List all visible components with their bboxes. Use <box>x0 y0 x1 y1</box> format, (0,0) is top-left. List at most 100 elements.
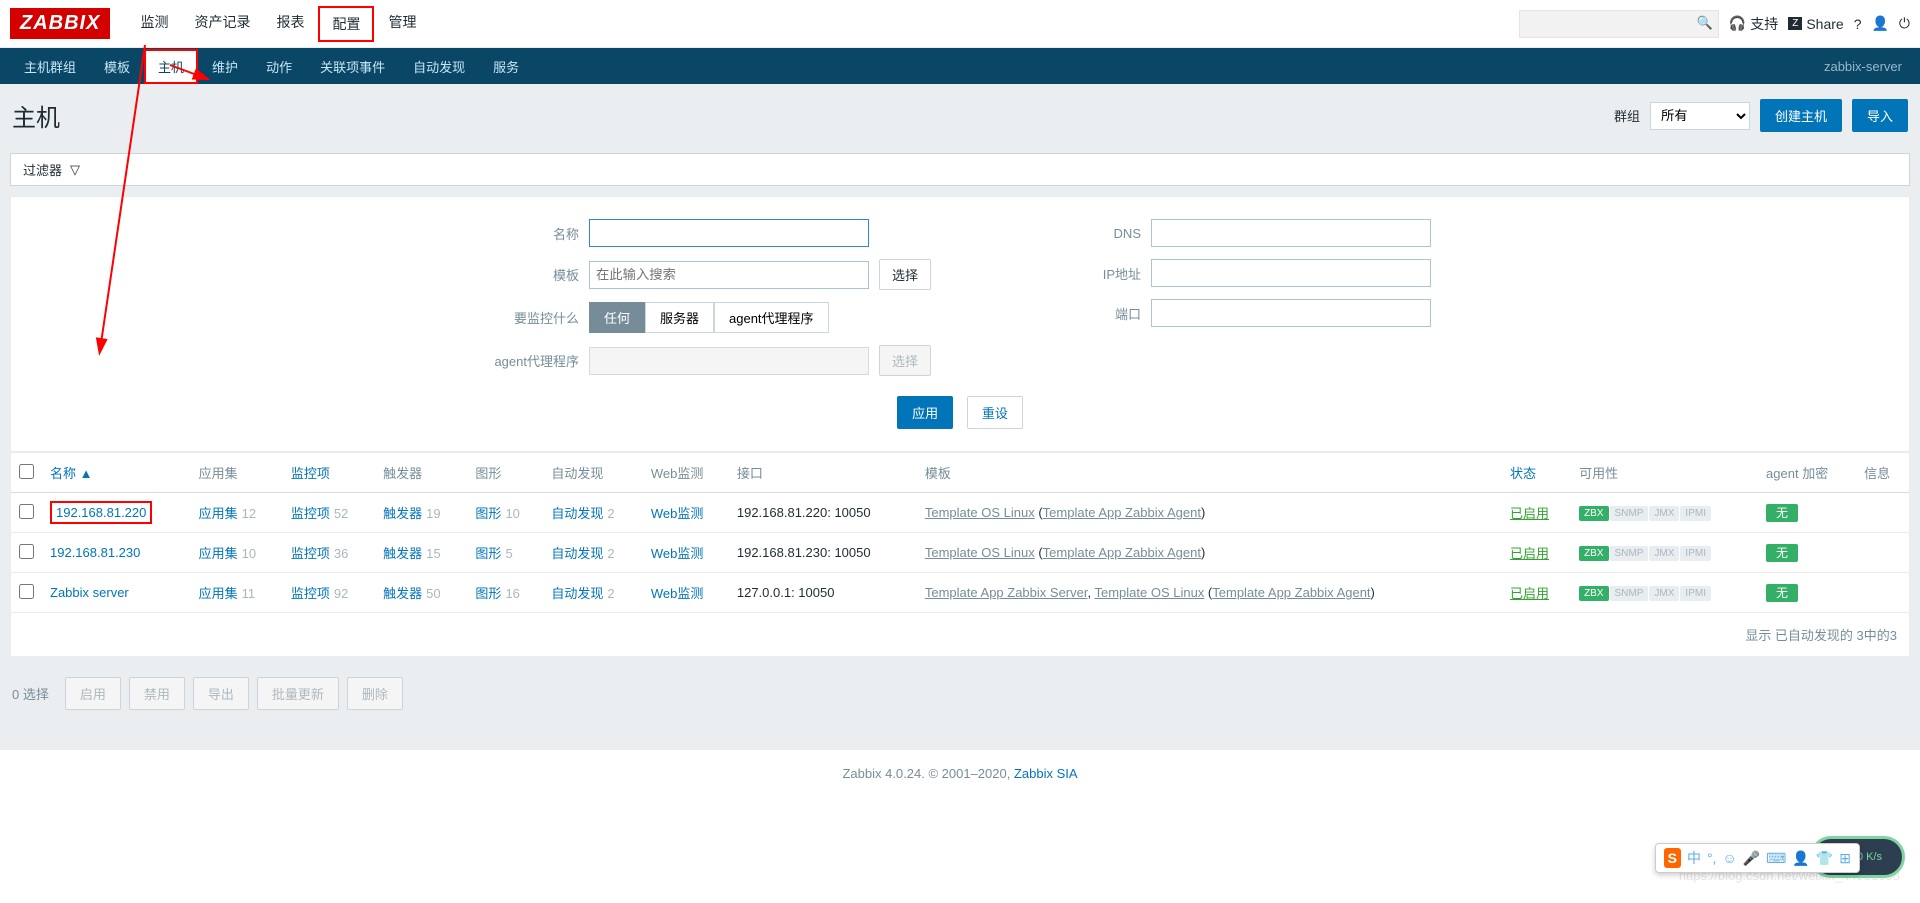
template-link[interactable]: Template OS Linux <box>1094 585 1204 600</box>
row-checkbox[interactable] <box>19 584 34 599</box>
col-info: 信息 <box>1856 453 1909 493</box>
host-link[interactable]: 192.168.81.220 <box>56 505 146 520</box>
nav-configuration[interactable]: 配置 <box>318 6 374 42</box>
create-host-button[interactable]: 创建主机 <box>1760 99 1842 132</box>
filter-reset-button[interactable]: 重设 <box>967 396 1023 429</box>
filter-name-input[interactable] <box>589 219 869 247</box>
web-link[interactable]: Web监测 <box>651 546 704 561</box>
web-link[interactable]: Web监测 <box>651 586 704 601</box>
row-checkbox[interactable] <box>19 544 34 559</box>
discovery-link[interactable]: 自动发现 <box>551 586 603 601</box>
triggers-link[interactable]: 触发器 <box>383 506 422 521</box>
avail-badge-zbx: ZBX <box>1579 586 1608 601</box>
filter-toggle[interactable]: 过滤器 ▽ <box>10 153 1910 186</box>
filter-port-input[interactable] <box>1151 299 1431 327</box>
group-label: 群组 <box>1614 106 1640 125</box>
group-select[interactable]: 所有 <box>1650 102 1750 130</box>
graphs-link[interactable]: 图形 <box>475 506 501 521</box>
triggers-link[interactable]: 触发器 <box>383 546 422 561</box>
template-sub-link[interactable]: Template App Zabbix Agent <box>1043 505 1201 520</box>
search-input[interactable] <box>1519 10 1719 38</box>
nav-admin[interactable]: 管理 <box>376 6 428 42</box>
subnav-services[interactable]: 服务 <box>479 49 533 84</box>
template-link[interactable]: Template App Zabbix Server <box>925 585 1088 600</box>
host-link[interactable]: Zabbix server <box>50 585 129 600</box>
col-discovery: 自动发现 <box>543 453 643 493</box>
ime-skin-icon[interactable]: 👕 <box>1816 850 1833 867</box>
web-link[interactable]: Web监测 <box>651 506 704 521</box>
template-sub-link[interactable]: Template App Zabbix Agent <box>1043 545 1201 560</box>
triggers-link[interactable]: 触发器 <box>383 586 422 601</box>
apps-link[interactable]: 应用集 <box>199 506 238 521</box>
filter-monitor-server[interactable]: 服务器 <box>645 302 714 333</box>
subnav-hostgroups[interactable]: 主机群组 <box>10 49 90 84</box>
filter-monitor-any[interactable]: 任何 <box>589 302 645 333</box>
discovery-link[interactable]: 自动发现 <box>551 546 603 561</box>
filter-monitor-proxy[interactable]: agent代理程序 <box>714 302 829 333</box>
col-items[interactable]: 监控项 <box>283 453 375 493</box>
ime-toolbox-icon[interactable]: ⊞ <box>1839 850 1851 867</box>
subnav-discovery[interactable]: 自动发现 <box>399 49 479 84</box>
status-link[interactable]: 已启用 <box>1510 586 1549 601</box>
status-link[interactable]: 已启用 <box>1510 506 1549 521</box>
apps-link[interactable]: 应用集 <box>199 546 238 561</box>
status-link[interactable]: 已启用 <box>1510 546 1549 561</box>
template-sub-link[interactable]: Template App Zabbix Agent <box>1212 585 1370 600</box>
ime-punct-icon[interactable]: °, <box>1707 850 1717 866</box>
filter-template-select-button[interactable]: 选择 <box>879 259 931 290</box>
col-status[interactable]: 状态 <box>1502 453 1571 493</box>
discovery-link[interactable]: 自动发现 <box>551 506 603 521</box>
hosts-table: 名称 ▲ 应用集 监控项 触发器 图形 自动发现 Web监测 接口 模板 状态 … <box>11 453 1909 613</box>
subnav-correlation[interactable]: 关联项事件 <box>306 49 399 84</box>
filter-agent-select-button: 选择 <box>879 345 931 376</box>
nav-reports[interactable]: 报表 <box>264 6 316 42</box>
col-web: Web监测 <box>643 453 729 493</box>
items-link[interactable]: 监控项 <box>291 586 330 601</box>
ime-keyboard-icon[interactable]: ⌨ <box>1766 850 1786 867</box>
top-nav: 监测 资产记录 报表 配置 管理 <box>128 6 428 42</box>
interface-cell: 192.168.81.220: 10050 <box>729 493 917 533</box>
graphs-link[interactable]: 图形 <box>475 586 501 601</box>
filter-apply-button[interactable]: 应用 <box>897 396 953 429</box>
template-link[interactable]: Template OS Linux <box>925 545 1035 560</box>
items-link[interactable]: 监控项 <box>291 546 330 561</box>
ime-bar[interactable]: S 中 °, ☺ 🎤 ⌨ 👤 👕 ⊞ <box>1655 843 1860 873</box>
avail-badge-jmx: JMX <box>1649 586 1679 601</box>
filter-dns-input[interactable] <box>1151 219 1431 247</box>
subnav-templates[interactable]: 模板 <box>90 49 144 84</box>
nav-inventory[interactable]: 资产记录 <box>182 6 262 42</box>
logo[interactable]: ZABBIX <box>10 8 110 39</box>
template-link[interactable]: Template OS Linux <box>925 505 1035 520</box>
ime-lang[interactable]: 中 <box>1687 848 1701 868</box>
graphs-link[interactable]: 图形 <box>475 546 501 561</box>
host-link[interactable]: 192.168.81.230 <box>50 545 140 560</box>
apps-link[interactable]: 应用集 <box>199 586 238 601</box>
share-link[interactable]: Z Share <box>1788 16 1843 32</box>
col-availability: 可用性 <box>1571 453 1758 493</box>
select-all-checkbox[interactable] <box>19 464 34 479</box>
user-icon[interactable]: 👤 <box>1871 15 1888 32</box>
logout-icon[interactable]: ⏻ <box>1899 15 1910 32</box>
items-link[interactable]: 监控项 <box>291 506 330 521</box>
support-link[interactable]: 🎧 支持 <box>1729 14 1778 34</box>
avail-badge-ipmi: IPMI <box>1680 506 1711 521</box>
col-name[interactable]: 名称 ▲ <box>42 453 191 493</box>
interface-cell: 127.0.0.1: 10050 <box>729 573 917 613</box>
subnav-actions[interactable]: 动作 <box>252 49 306 84</box>
row-checkbox[interactable] <box>19 504 34 519</box>
import-button[interactable]: 导入 <box>1852 99 1908 132</box>
ime-user-icon[interactable]: 👤 <box>1792 850 1809 867</box>
ime-mic-icon[interactable]: 🎤 <box>1743 850 1760 867</box>
help-icon[interactable]: ? <box>1854 16 1862 32</box>
nav-monitoring[interactable]: 监测 <box>128 6 180 42</box>
ime-logo-icon: S <box>1664 848 1681 868</box>
subnav-hosts[interactable]: 主机 <box>144 49 198 84</box>
bulk-disable-button: 禁用 <box>129 677 185 710</box>
filter-template-input[interactable] <box>589 261 869 289</box>
search-icon[interactable]: 🔍 <box>1697 15 1713 31</box>
col-graphs: 图形 <box>467 453 543 493</box>
footer-link[interactable]: Zabbix SIA <box>1014 766 1078 781</box>
ime-emoji-icon[interactable]: ☺ <box>1722 850 1736 866</box>
filter-ip-input[interactable] <box>1151 259 1431 287</box>
subnav-maintenance[interactable]: 维护 <box>198 49 252 84</box>
